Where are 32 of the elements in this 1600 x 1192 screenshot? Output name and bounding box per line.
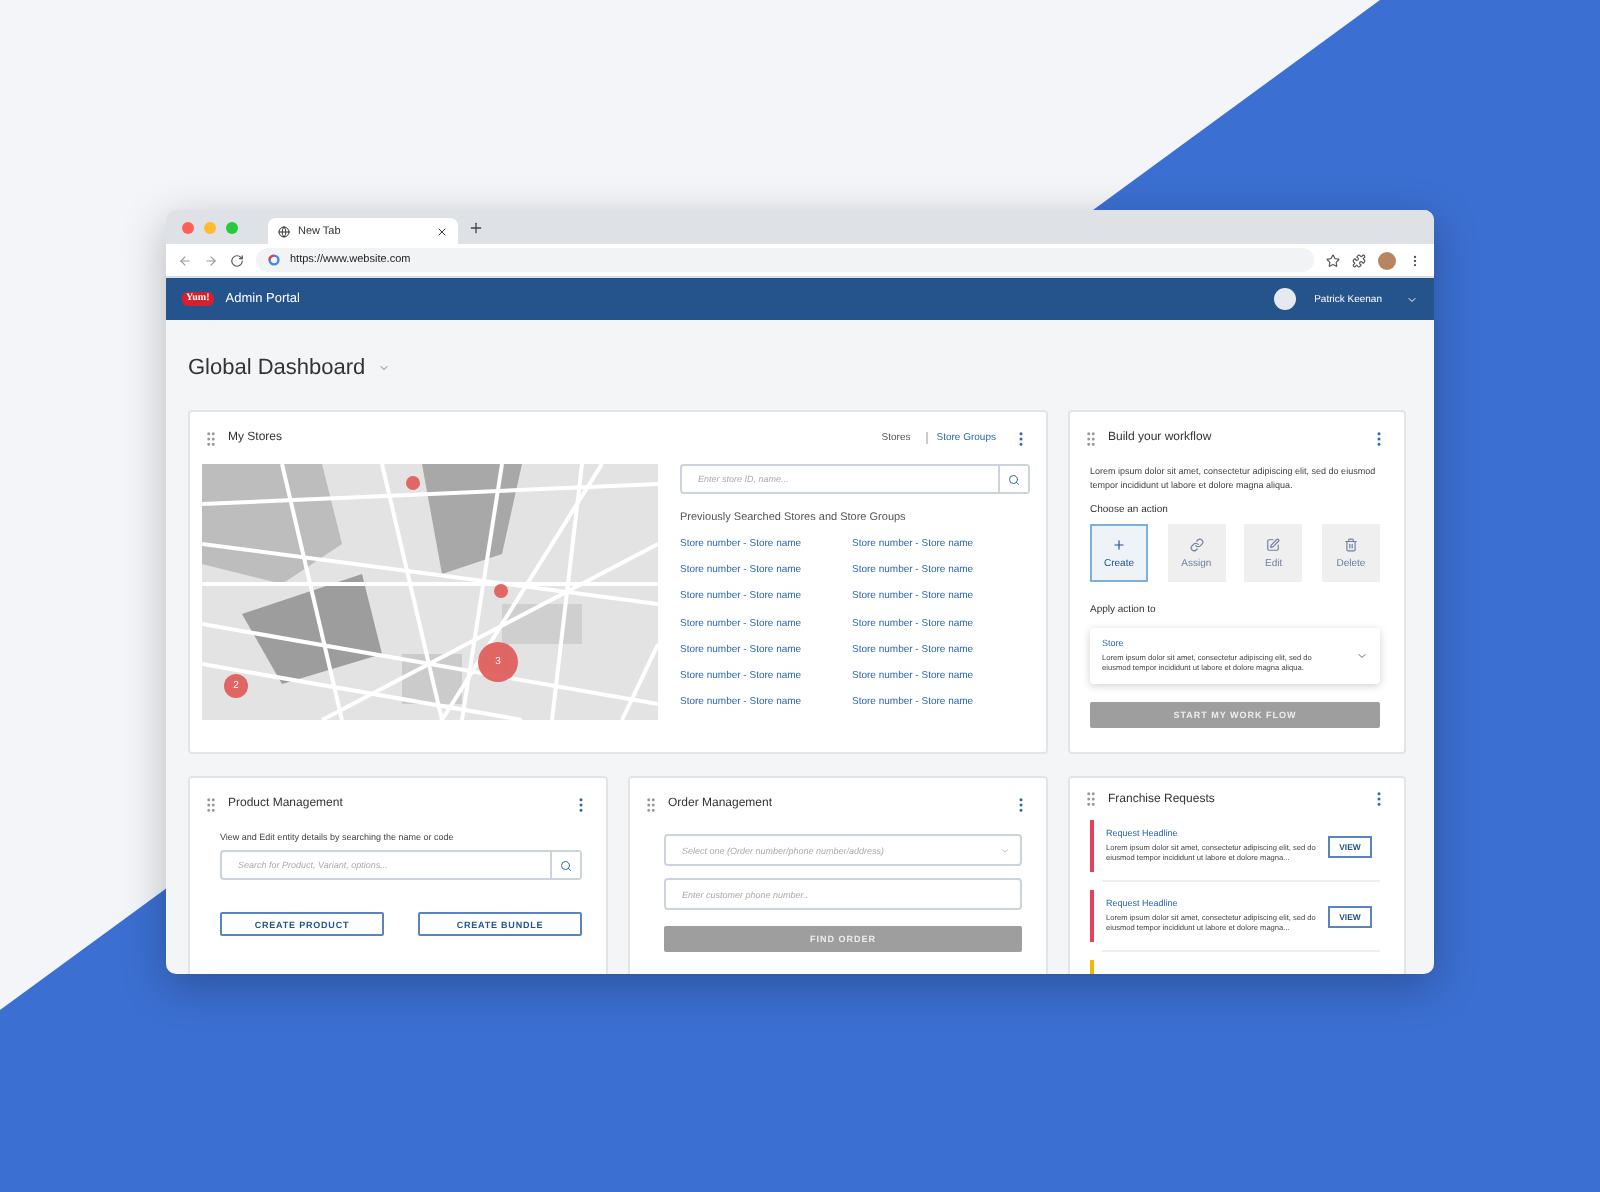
puzzle-icon[interactable] <box>1352 253 1366 267</box>
drag-handle-icon[interactable] <box>1082 429 1100 447</box>
caret-icon[interactable] <box>377 361 390 373</box>
new-tab-icon[interactable] <box>468 219 484 235</box>
link-icon <box>1189 537 1204 551</box>
globe-icon <box>278 225 290 237</box>
reload-icon[interactable] <box>230 253 244 267</box>
caret-icon <box>1356 650 1368 662</box>
avatar[interactable] <box>1378 251 1396 269</box>
caret-icon[interactable] <box>1406 293 1418 305</box>
drag-handle-icon[interactable] <box>1082 790 1100 808</box>
search-button[interactable] <box>550 852 580 878</box>
drag-handle-icon[interactable] <box>202 795 220 813</box>
star-icon[interactable] <box>1326 253 1340 267</box>
menu-icon[interactable] <box>1408 253 1422 267</box>
forward-icon[interactable] <box>204 253 218 267</box>
search-button[interactable] <box>998 466 1028 492</box>
site-icon <box>268 254 280 266</box>
search-icon <box>1008 473 1020 485</box>
close-icon[interactable] <box>436 225 448 237</box>
page-title: Global Dashboard <box>188 355 366 379</box>
back-icon[interactable] <box>178 253 192 267</box>
search-icon <box>560 859 572 871</box>
close-window-icon[interactable] <box>182 221 194 233</box>
drag-handle-icon[interactable] <box>642 795 660 813</box>
user-avatar[interactable] <box>1274 288 1297 310</box>
drag-handle-icon[interactable] <box>202 429 220 447</box>
trash-icon <box>1343 537 1358 551</box>
caret-icon <box>1000 845 1010 855</box>
maximize-window-icon[interactable] <box>226 221 238 233</box>
edit-icon <box>1266 537 1281 551</box>
plus-icon <box>1112 537 1126 551</box>
